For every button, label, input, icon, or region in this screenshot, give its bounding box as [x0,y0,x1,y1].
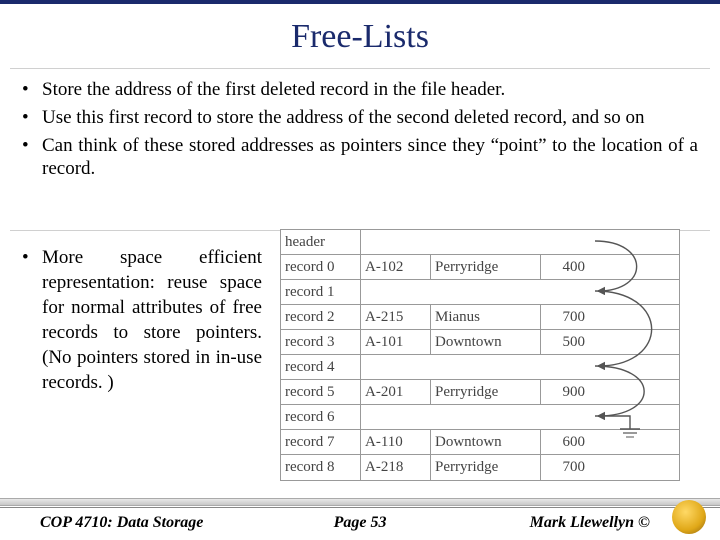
slide-title: Free-Lists [0,18,720,56]
cell-amount: 500 [541,330,591,354]
row-label: record 7 [281,430,361,454]
table-row: record 5A-201Perryridge900 [281,380,679,405]
cell-amount: 700 [541,305,591,329]
cell-account: A-201 [361,380,431,404]
cell-amount: 900 [541,380,591,404]
table-row: record 6 [281,405,679,430]
cell-account: A-101 [361,330,431,354]
table-row: record 0A-102Perryridge400 [281,255,679,280]
row-label: record 5 [281,380,361,404]
table-row: record 3A-101Downtown500 [281,330,679,355]
footer-right: Mark Llewellyn © [530,514,650,532]
cell-account: A-102 [361,255,431,279]
bullet-item: Use this first record to store the addre… [22,106,698,130]
table-row: header [281,230,679,255]
cell-amount: 400 [541,255,591,279]
free-pointer-cell [361,405,679,429]
cell-branch: Perryridge [431,255,541,279]
row-label: record 8 [281,455,361,480]
row-label: record 2 [281,305,361,329]
row-label: record 6 [281,405,361,429]
ucf-logo-icon [672,500,706,534]
top-stripe [0,0,720,4]
cell-account: A-215 [361,305,431,329]
row-label: record 3 [281,330,361,354]
bullet-item: Can think of these stored addresses as p… [22,134,698,182]
cell-branch: Downtown [431,330,541,354]
top-bullets: Store the address of the first deleted r… [22,78,698,185]
table-row: record 2A-215Mianus700 [281,305,679,330]
cell-account: A-110 [361,430,431,454]
bullet-item: Store the address of the first deleted r… [22,78,698,102]
free-list-table: headerrecord 0A-102Perryridge400record 1… [280,229,680,481]
footer: COP 4710: Data Storage Page 53 Mark Llew… [0,498,720,540]
cell-branch: Perryridge [431,380,541,404]
table-row: record 7A-110Downtown600 [281,430,679,455]
row-label: header [281,230,361,254]
footer-divider [0,507,720,508]
cell-branch: Mianus [431,305,541,329]
cell-branch: Perryridge [431,455,541,480]
cell-amount: 700 [541,455,591,480]
row-label: record 4 [281,355,361,379]
lower-section: More space efficient representation: reu… [22,245,698,395]
free-pointer-cell [361,280,679,304]
cell-amount: 600 [541,430,591,454]
bullet-item: More space efficient representation: reu… [22,245,262,395]
cell-branch: Downtown [431,430,541,454]
footer-bar [0,498,720,506]
diagram-area: headerrecord 0A-102Perryridge400record 1… [280,245,698,395]
free-pointer-cell [361,355,679,379]
row-label: record 0 [281,255,361,279]
free-pointer-cell [361,230,679,254]
table-row: record 1 [281,280,679,305]
table-row: record 4 [281,355,679,380]
slide: Free-Lists Store the address of the firs… [0,0,720,540]
cell-account: A-218 [361,455,431,480]
table-row: record 8A-218Perryridge700 [281,455,679,480]
row-label: record 1 [281,280,361,304]
lower-bullet-list: More space efficient representation: reu… [22,245,262,395]
divider-1 [10,68,710,69]
